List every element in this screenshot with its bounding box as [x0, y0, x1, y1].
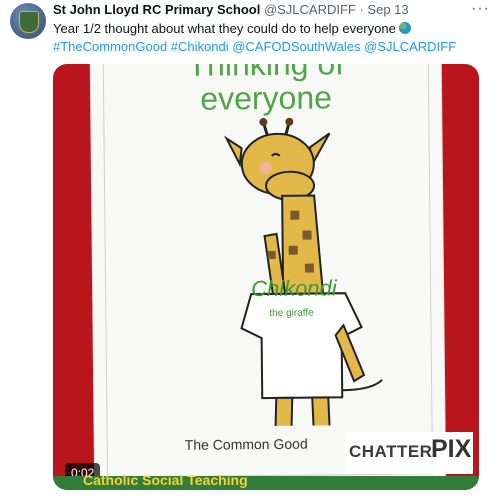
poster-footer: The Common Good — [184, 435, 308, 453]
watermark-pix: PIX — [431, 435, 472, 463]
tweet-header: St John Lloyd RC Primary School @SJLCARD… — [53, 2, 460, 20]
tshirt-name: Chikondi — [250, 275, 337, 302]
poster-heading-2: everyone — [200, 79, 333, 117]
handle-date[interactable]: @SJLCARDIFF · Sep 13 — [264, 2, 409, 17]
tweet-text-line1: Year 1/2 thought about what they could d… — [53, 21, 396, 36]
giraffe-illustration — [223, 117, 383, 427]
more-icon[interactable]: ··· — [471, 0, 490, 18]
tshirt-sub: the giraffe — [269, 307, 314, 319]
poster: Thinking of everyone Chikondi the giraff… — [90, 64, 446, 490]
author-name[interactable]: St John Lloyd RC Primary School — [53, 2, 260, 17]
bottom-banner-text: Catholic Social Teaching — [83, 472, 248, 488]
chatterpix-watermark: CHATTER PIX — [345, 432, 473, 474]
tweet-text: Year 1/2 thought about what they could d… — [53, 20, 493, 56]
watermark-chatter: CHATTER — [349, 442, 433, 461]
globe-icon — [399, 22, 412, 34]
bottom-band: Catholic Social Teaching — [53, 472, 479, 490]
avatar[interactable] — [10, 3, 46, 39]
video-media[interactable]: Thinking of everyone Chikondi the giraff… — [53, 64, 479, 490]
tweet-hashtags-mentions[interactable]: #TheCommonGood #Chikondi @CAFODSouthWale… — [53, 39, 456, 54]
school-crest-icon — [19, 11, 39, 33]
